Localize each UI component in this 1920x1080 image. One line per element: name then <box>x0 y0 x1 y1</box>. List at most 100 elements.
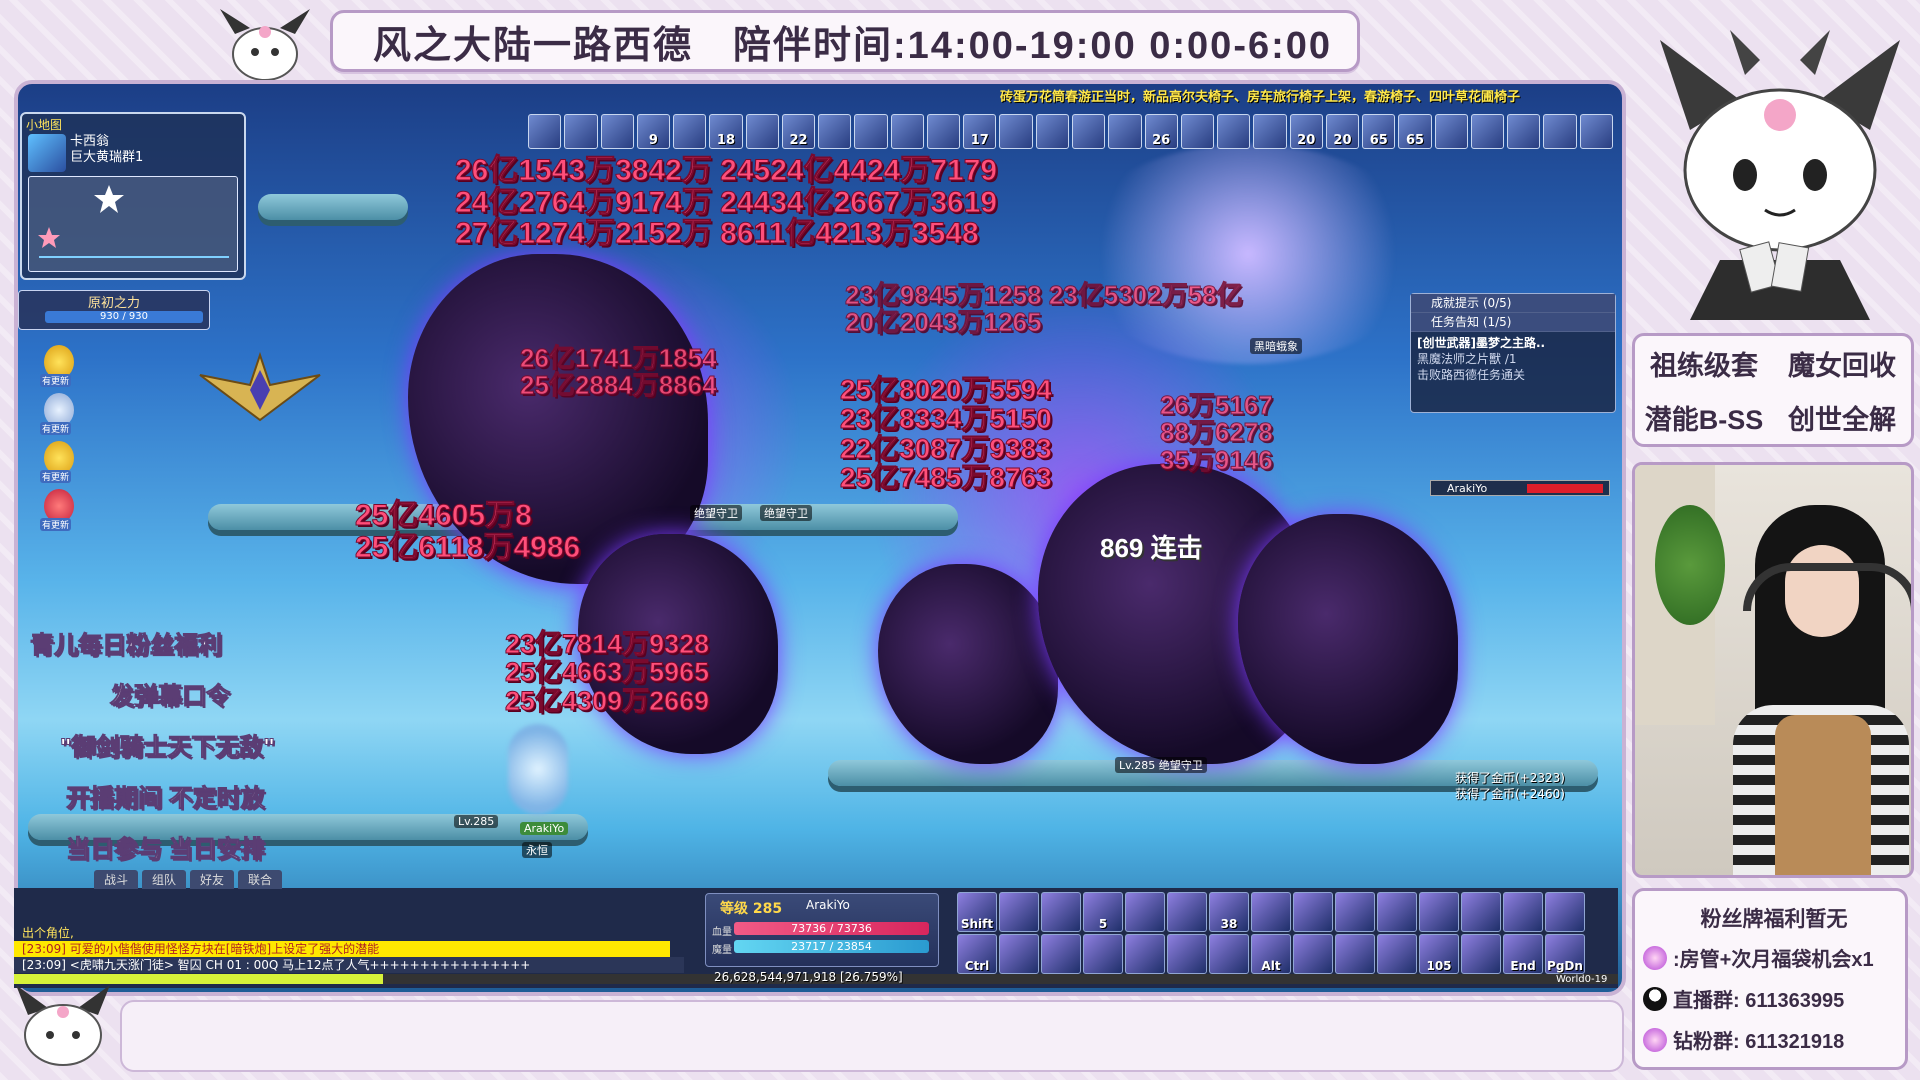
achievement-tab[interactable]: 成就提示 (0/5) <box>1411 294 1615 313</box>
buff-icon[interactable] <box>745 114 779 149</box>
buff-icon[interactable] <box>890 114 924 149</box>
damage-number: 23亿9845万1258 23亿5302万58亿 <box>845 280 1244 310</box>
buff-icon[interactable]: 22 <box>781 114 816 149</box>
diamond-fan-group: 钻粉群: 611321918 <box>1673 1031 1845 1053</box>
buff-icon[interactable] <box>1180 114 1215 149</box>
buff-icon[interactable] <box>1507 114 1541 149</box>
hp-label: 血量 <box>712 927 732 938</box>
buff-icon[interactable] <box>528 114 562 149</box>
skill-slot[interactable] <box>1209 934 1249 974</box>
buff-icon[interactable]: 20 <box>1325 114 1360 149</box>
skill-slot[interactable] <box>1461 892 1501 932</box>
skill-slot[interactable] <box>1503 892 1543 932</box>
buff-icon[interactable] <box>1035 114 1069 149</box>
buff-icon[interactable]: 26 <box>1144 114 1178 149</box>
skill-slot[interactable] <box>1167 934 1207 974</box>
skill-slot[interactable] <box>1167 892 1207 932</box>
buff-icon[interactable] <box>1217 114 1251 149</box>
buff-icon[interactable] <box>926 114 961 149</box>
gold-log-line: 获得了金币(+2323) <box>1455 771 1565 785</box>
damage-numbers-low: 23亿7814万9328 25亿4663万5965 25亿4309万2669 <box>504 629 710 715</box>
skill-slot[interactable] <box>1041 892 1081 932</box>
skill-slot[interactable]: PgDn <box>1545 934 1585 974</box>
buff-icon[interactable]: 20 <box>1289 114 1323 149</box>
fan-overlay-line: 开播期间 不定时放 <box>66 785 266 813</box>
chat-window[interactable]: 战斗 组队 好友 联合 出个角位, [23:09] 可爱的小偕偕使用怪怪方块在[… <box>14 870 684 980</box>
skill-slot[interactable] <box>1125 934 1165 974</box>
skill-slot[interactable] <box>1377 892 1417 932</box>
promo-item: 魔女回收 <box>1788 350 1896 381</box>
party-member-bar: ArakiYo <box>1430 480 1610 496</box>
live-group: 直播群: 611363995 <box>1673 990 1845 1012</box>
skill-slot[interactable]: 38 <box>1209 892 1249 932</box>
buff-icon[interactable]: 17 <box>963 114 997 149</box>
buff-icon[interactable] <box>999 114 1033 149</box>
skill-slot[interactable] <box>1083 934 1123 974</box>
lightbulb-notice-icon[interactable]: 有更新 <box>40 393 74 435</box>
skill-slot[interactable]: 5 <box>1083 892 1123 932</box>
player-character[interactable] <box>508 724 568 814</box>
skill-slot[interactable]: Alt <box>1251 934 1291 974</box>
buff-icon[interactable]: 65 <box>1398 114 1432 149</box>
skill-slot[interactable] <box>1461 934 1501 974</box>
skill-slot[interactable] <box>1335 934 1375 974</box>
task-tab[interactable]: 任务告知 (1/5) <box>1411 313 1615 332</box>
skill-slot[interactable] <box>1251 892 1291 932</box>
buff-icon[interactable] <box>1108 114 1142 149</box>
buff-icon[interactable] <box>564 114 598 149</box>
skill-slot[interactable] <box>1293 892 1333 932</box>
skill-slot[interactable] <box>999 892 1039 932</box>
minimap-stars-icon <box>38 185 229 258</box>
skill-slot[interactable] <box>1125 892 1165 932</box>
lightbulb-notice-icon[interactable]: 有更新 <box>40 345 74 387</box>
damage-number: 27亿1274万2152万 8611亿4213万3548 <box>454 217 979 250</box>
skill-slot[interactable]: 105 <box>1419 934 1459 974</box>
chat-message: [23:09] <虎啸九天涨门徒> 智囚 CH 01 : 00Q 马上12点了人… <box>14 957 684 973</box>
minimap[interactable]: 小地图 卡西翁 巨大黄瑞群1 <box>20 112 246 280</box>
damage-number: 25亿8020万5594 <box>840 374 1053 405</box>
skill-slot[interactable] <box>1293 934 1333 974</box>
skill-slot[interactable] <box>1377 934 1417 974</box>
damage-number: 25亿4663万5965 <box>504 657 710 688</box>
notice-label: 有更新 <box>40 518 72 531</box>
fan-overlay-line: 青儿每日粉丝福利 <box>30 632 223 660</box>
gift-notice-icon[interactable]: 有更新 <box>40 489 74 531</box>
buff-icon[interactable] <box>600 114 634 149</box>
skill-slot[interactable]: End <box>1503 934 1543 974</box>
quest-panel[interactable]: 成就提示 (0/5) 任务告知 (1/5) [创世武器]墨梦之主路.. 黑魔法师… <box>1410 293 1616 413</box>
guard-monster[interactable] <box>878 564 1058 764</box>
promo-item: 创世全解 <box>1788 404 1896 435</box>
exp-bar: 26,628,544,971,918 [26.759%] <box>14 970 1618 984</box>
skill-slot[interactable] <box>1335 892 1375 932</box>
minimap-title: 小地图 <box>26 118 63 132</box>
damage-number: 25亿7485万8763 <box>840 462 1053 494</box>
fan-perk: :房管+次月福袋机会x1 <box>1673 949 1874 971</box>
buff-icon[interactable] <box>1071 114 1106 149</box>
buff-icon[interactable]: 65 <box>1362 114 1396 149</box>
minimap-area[interactable] <box>28 176 238 272</box>
skill-slot[interactable] <box>999 934 1039 974</box>
chat-tab-party[interactable]: 组队 <box>142 870 187 889</box>
chat-tab-friends[interactable]: 好友 <box>190 870 235 889</box>
chat-message: 出个角位, <box>22 926 74 940</box>
skill-slot[interactable]: Shift <box>957 892 997 932</box>
world-channel: World0-19 <box>1556 974 1608 985</box>
skill-slot[interactable]: Ctrl <box>957 934 997 974</box>
star-notice-icon[interactable]: 有更新 <box>40 441 74 483</box>
skill-slot[interactable] <box>1545 892 1585 932</box>
skill-slot[interactable] <box>1041 934 1081 974</box>
buff-icon[interactable] <box>1579 114 1613 149</box>
buff-icon[interactable]: 18 <box>709 114 743 149</box>
buff-icon[interactable] <box>673 114 707 149</box>
buff-icon[interactable] <box>1543 114 1577 149</box>
buff-icon[interactable] <box>854 114 888 149</box>
quest-title[interactable]: [创世武器]墨梦之主路.. <box>1417 335 1609 351</box>
buff-icon[interactable] <box>818 114 852 149</box>
chat-tab-battle[interactable]: 战斗 <box>94 870 139 889</box>
buff-icon[interactable] <box>1470 114 1505 149</box>
buff-icon[interactable] <box>1434 114 1468 149</box>
chat-tab-alliance[interactable]: 联合 <box>238 870 283 889</box>
buff-icon[interactable]: 9 <box>636 114 671 149</box>
buff-icon[interactable] <box>1253 114 1287 149</box>
skill-slot[interactable] <box>1419 892 1459 932</box>
